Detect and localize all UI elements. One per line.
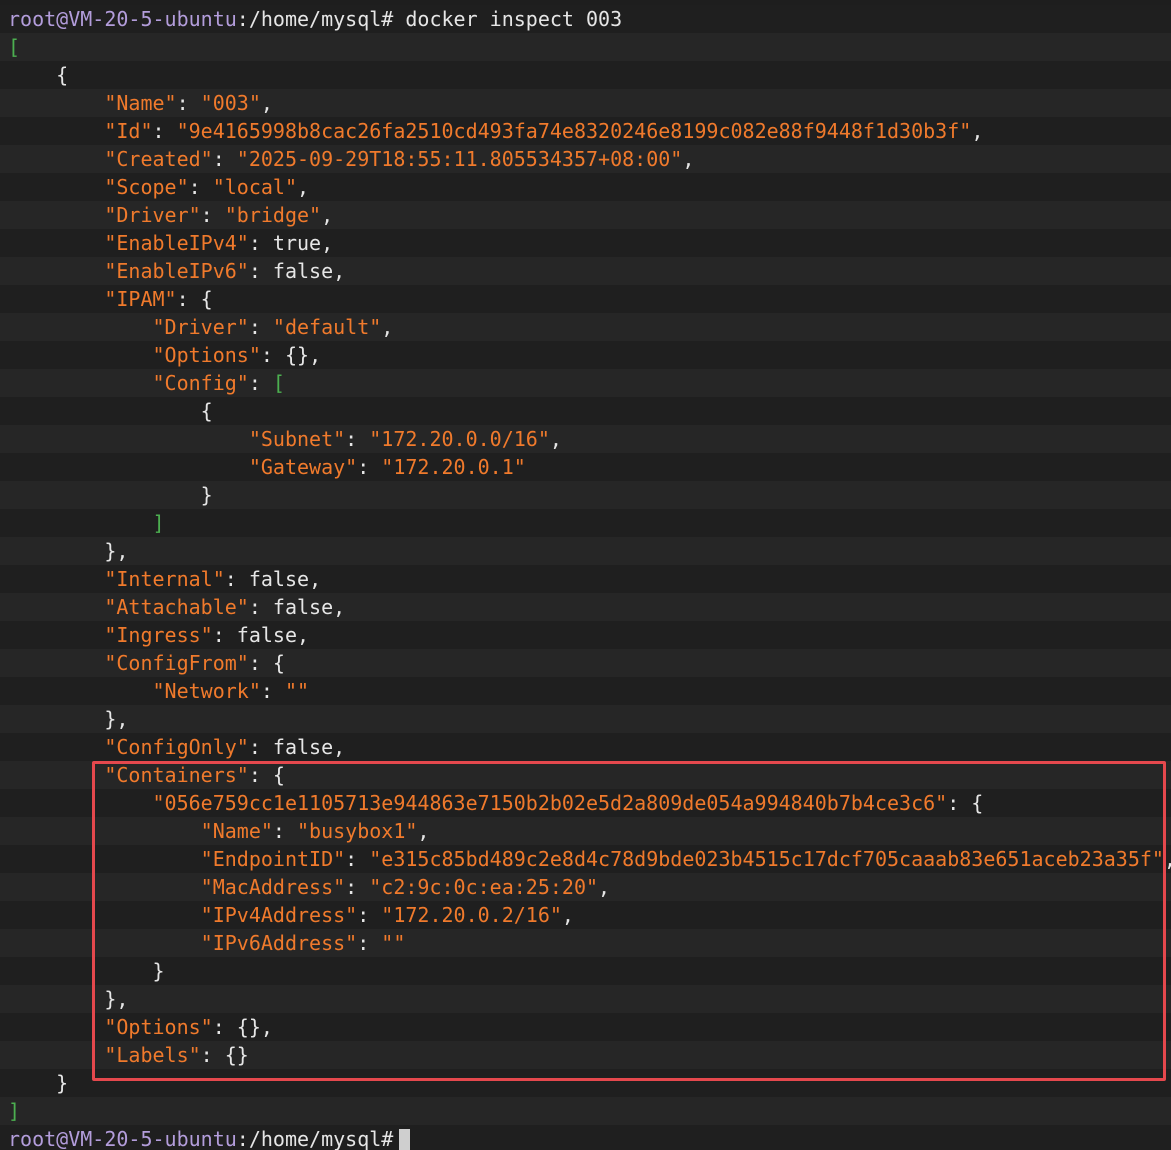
output-line: }, bbox=[0, 705, 1171, 733]
output-line: "Internal": false, bbox=[0, 565, 1171, 593]
output-line: "Containers": { bbox=[0, 761, 1171, 789]
output-line: "EnableIPv6": false, bbox=[0, 257, 1171, 285]
output-line: "ConfigOnly": false, bbox=[0, 733, 1171, 761]
output-line: "Subnet": "172.20.0.0/16", bbox=[0, 425, 1171, 453]
output-line: "EndpointID": "e315c85bd489c2e8d4c78d9bd… bbox=[0, 845, 1171, 873]
prompt-path: /home/mysql bbox=[248, 1127, 382, 1150]
output-line: "ConfigFrom": { bbox=[0, 649, 1171, 677]
prompt-path: /home/mysql bbox=[248, 7, 382, 31]
output-line: { bbox=[0, 397, 1171, 425]
output-line: "Gateway": "172.20.0.1" bbox=[0, 453, 1171, 481]
output-line: "MacAddress": "c2:9c:0c:ea:25:20", bbox=[0, 873, 1171, 901]
output-line: ] bbox=[0, 509, 1171, 537]
output-line: } bbox=[0, 481, 1171, 509]
output-line: "IPAM": { bbox=[0, 285, 1171, 313]
terminal-cursor[interactable] bbox=[399, 1128, 411, 1150]
prompt-user-host: root@VM-20-5-ubuntu bbox=[8, 7, 237, 31]
output-line: } bbox=[0, 957, 1171, 985]
output-line: "Id": "9e4165998b8cac26fa2510cd493fa74e8… bbox=[0, 117, 1171, 145]
output-line: "EnableIPv4": true, bbox=[0, 229, 1171, 257]
output-line: "056e759cc1e1105713e944863e7150b2b02e5d2… bbox=[0, 789, 1171, 817]
output-line: "IPv4Address": "172.20.0.2/16", bbox=[0, 901, 1171, 929]
output-line: { bbox=[0, 61, 1171, 89]
output-line: "IPv6Address": "" bbox=[0, 929, 1171, 957]
output-line: }, bbox=[0, 537, 1171, 565]
output-line: } bbox=[0, 1069, 1171, 1097]
output-line: "Created": "2025-09-29T18:55:11.80553435… bbox=[0, 145, 1171, 173]
output-line: "Driver": "bridge", bbox=[0, 201, 1171, 229]
output-line: "Name": "busybox1", bbox=[0, 817, 1171, 845]
command-text: docker inspect 003 bbox=[405, 7, 623, 31]
output-line: }, bbox=[0, 985, 1171, 1013]
output-line: "Options": {}, bbox=[0, 1013, 1171, 1041]
output-line: "Name": "003", bbox=[0, 89, 1171, 117]
output-line: "Scope": "local", bbox=[0, 173, 1171, 201]
output-line: "Config": [ bbox=[0, 369, 1171, 397]
prompt-user-host: root@VM-20-5-ubuntu bbox=[8, 1127, 237, 1150]
terminal-window[interactable]: root@VM-20-5-ubuntu:/home/mysql# docker … bbox=[0, 0, 1171, 1150]
output-line: "Network": "" bbox=[0, 677, 1171, 705]
prompt-line-current[interactable]: root@VM-20-5-ubuntu:/home/mysql# bbox=[0, 1125, 1171, 1150]
output-line: [ bbox=[0, 33, 1171, 61]
output-line: "Ingress": false, bbox=[0, 621, 1171, 649]
output-line: "Attachable": false, bbox=[0, 593, 1171, 621]
output-line: ] bbox=[0, 1097, 1171, 1125]
prompt-line: root@VM-20-5-ubuntu:/home/mysql# docker … bbox=[0, 5, 1171, 33]
output-line: "Options": {}, bbox=[0, 341, 1171, 369]
output-line: "Labels": {} bbox=[0, 1041, 1171, 1069]
output-line: "Driver": "default", bbox=[0, 313, 1171, 341]
